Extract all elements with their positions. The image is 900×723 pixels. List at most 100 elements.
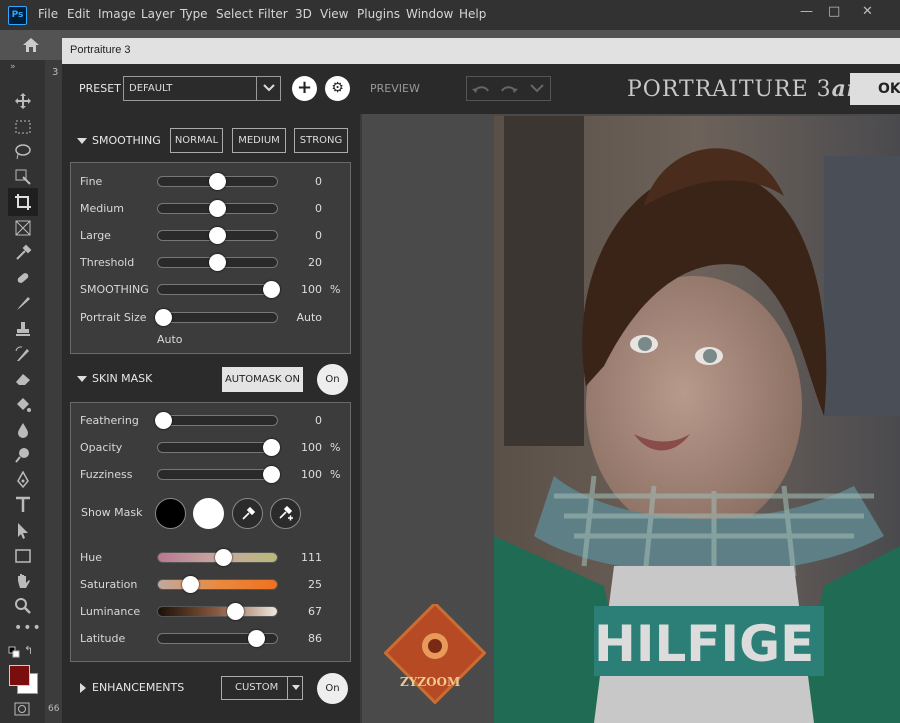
- slider-handle[interactable]: [247, 630, 265, 647]
- menu-layer[interactable]: Layer: [141, 7, 174, 21]
- slider-handle[interactable]: [209, 227, 226, 244]
- quick-mask-icon[interactable]: [14, 702, 30, 716]
- automask-button[interactable]: AUTOMASK ON: [222, 367, 303, 392]
- history-brush-tool-icon[interactable]: [14, 345, 32, 363]
- show-mask-white-button[interactable]: [193, 498, 224, 529]
- preset-divider: [256, 77, 257, 100]
- zoom-tool-icon[interactable]: [14, 597, 32, 615]
- default-colors-icon[interactable]: [8, 646, 20, 658]
- swap-colors-icon[interactable]: ↰: [24, 644, 33, 657]
- eraser-tool-icon[interactable]: [14, 370, 32, 388]
- maximize-button[interactable]: □: [828, 4, 840, 19]
- smoothing-normal-button[interactable]: NORMAL: [170, 128, 223, 153]
- slider-label: Fuzziness: [80, 468, 133, 481]
- crop-tool-icon[interactable]: [14, 193, 32, 211]
- mask-picker-add-button[interactable]: [270, 498, 301, 529]
- brush-tool-icon[interactable]: [14, 294, 32, 312]
- menu-3d[interactable]: 3D: [295, 7, 312, 21]
- eyedropper-plus-icon: [279, 506, 293, 521]
- move-tool-icon[interactable]: [14, 92, 32, 110]
- add-preset-button[interactable]: +: [292, 76, 317, 101]
- enhancements-expand-icon[interactable]: [80, 683, 86, 693]
- slider-handle[interactable]: [154, 412, 172, 429]
- menu-plugins[interactable]: Plugins: [357, 7, 400, 21]
- slider-track[interactable]: [157, 579, 278, 590]
- slider-track[interactable]: [157, 415, 278, 426]
- smoothing-collapse-icon[interactable]: [77, 138, 87, 144]
- slider-track[interactable]: [157, 312, 278, 323]
- preset-settings-button[interactable]: ⚙: [325, 76, 350, 101]
- history-dropdown-icon[interactable]: [530, 84, 544, 93]
- plus-icon: +: [296, 77, 313, 98]
- menu-edit[interactable]: Edit: [67, 7, 90, 21]
- slider-track[interactable]: [157, 469, 278, 480]
- eyedropper-tool-icon[interactable]: [14, 244, 32, 262]
- foreground-color-swatch[interactable]: [9, 665, 30, 686]
- menu-type[interactable]: Type: [180, 7, 208, 21]
- rectangle-tool-icon[interactable]: [14, 547, 32, 565]
- menu-select[interactable]: Select: [216, 7, 253, 21]
- blur-tool-icon[interactable]: [14, 421, 32, 439]
- enhancements-toggle[interactable]: On: [317, 673, 348, 704]
- slider-handle[interactable]: [209, 173, 226, 190]
- smoothing-medium-button[interactable]: MEDIUM: [232, 128, 286, 153]
- slider-track[interactable]: [157, 606, 278, 617]
- enhancements-select[interactable]: CUSTOM: [221, 676, 303, 700]
- document-tab[interactable]: 3: [52, 67, 58, 78]
- type-tool-icon[interactable]: [14, 496, 32, 514]
- preview-photo: HILFIGE: [494, 116, 900, 723]
- portrait-size-sub-label: Auto: [157, 333, 183, 346]
- paint-bucket-tool-icon[interactable]: [14, 396, 32, 414]
- marquee-tool-icon[interactable]: [14, 118, 32, 136]
- path-selection-tool-icon[interactable]: [14, 522, 32, 540]
- zoom-level: 66: [48, 704, 60, 714]
- slider-label: Luminance: [80, 605, 141, 618]
- menu-file[interactable]: File: [38, 7, 58, 21]
- frame-tool-icon[interactable]: [14, 219, 32, 237]
- redo-icon[interactable]: [500, 81, 518, 95]
- skin-mask-collapse-icon[interactable]: [77, 376, 87, 382]
- clone-stamp-tool-icon[interactable]: [14, 320, 32, 338]
- preset-value: DEFAULT: [129, 83, 173, 94]
- collapse-toolbar-icon[interactable]: »: [10, 62, 16, 72]
- healing-brush-tool-icon[interactable]: [14, 269, 32, 287]
- mask-picker-button[interactable]: [232, 498, 263, 529]
- slider-handle[interactable]: [227, 603, 245, 620]
- menu-view[interactable]: View: [320, 7, 348, 21]
- slider-handle[interactable]: [209, 254, 226, 271]
- home-icon[interactable]: [22, 37, 40, 53]
- slider-track[interactable]: [157, 442, 278, 453]
- smoothing-strong-button[interactable]: STRONG: [294, 128, 348, 153]
- slider-unit: %: [330, 468, 341, 481]
- slider-value: 20: [308, 256, 322, 269]
- object-select-tool-icon[interactable]: [14, 168, 32, 186]
- enhancements-select-value: CUSTOM: [235, 682, 279, 693]
- preset-select[interactable]: DEFAULT: [123, 76, 281, 101]
- photo-shirt-text: HILFIGE: [594, 615, 814, 673]
- menu-image[interactable]: Image: [98, 7, 136, 21]
- show-mask-black-button[interactable]: [155, 498, 186, 529]
- menu-help[interactable]: Help: [459, 7, 486, 21]
- menu-window[interactable]: Window: [406, 7, 453, 21]
- eyedropper-icon: [242, 507, 255, 520]
- dodge-tool-icon[interactable]: [14, 446, 32, 464]
- pen-tool-icon[interactable]: [14, 471, 32, 489]
- lasso-tool-icon[interactable]: [14, 143, 32, 161]
- watermark-text: ZYZOOM: [400, 675, 461, 689]
- plugin-titlebar: [62, 38, 900, 64]
- hand-tool-icon[interactable]: [14, 572, 32, 590]
- skin-mask-toggle[interactable]: On: [317, 364, 348, 395]
- slider-handle[interactable]: [215, 549, 233, 566]
- more-tools-icon[interactable]: •••: [14, 620, 42, 636]
- slider-handle[interactable]: [209, 200, 226, 217]
- menu-filter[interactable]: Filter: [258, 7, 288, 21]
- close-button[interactable]: ✕: [862, 4, 873, 19]
- slider-track[interactable]: [157, 284, 278, 295]
- ok-button[interactable]: OK: [850, 73, 900, 105]
- minimize-button[interactable]: —: [800, 4, 813, 19]
- slider-value: 0: [315, 414, 322, 427]
- brand-title: PORTRAITURE 3ai: [627, 76, 856, 102]
- slider-value: 100: [301, 283, 322, 296]
- slider-handle[interactable]: [154, 309, 172, 326]
- undo-icon[interactable]: [472, 81, 490, 95]
